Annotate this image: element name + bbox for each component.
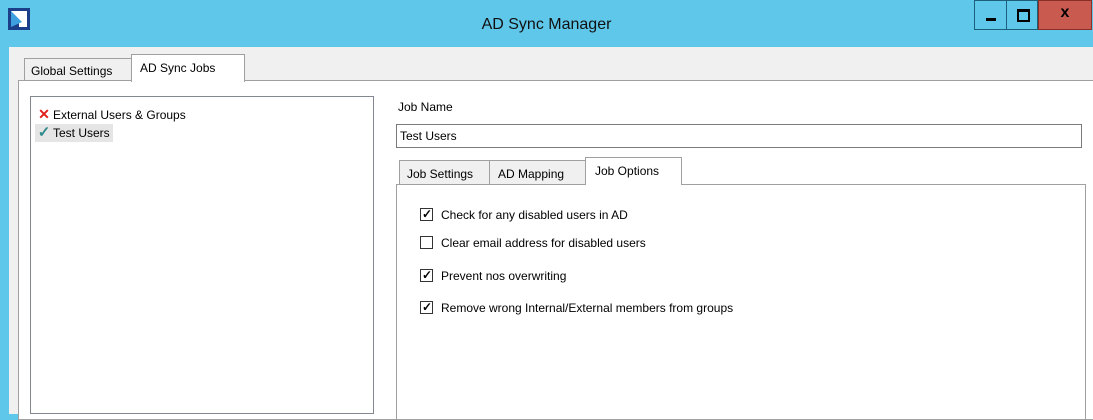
checkbox[interactable]: ✓ bbox=[420, 207, 433, 222]
maximize-icon bbox=[1017, 9, 1030, 22]
close-icon: x bbox=[1060, 4, 1070, 21]
minimize-button[interactable] bbox=[974, 0, 1007, 30]
tab-label: Global Settings bbox=[31, 64, 113, 78]
option-label: Remove wrong Internal/External members f… bbox=[441, 301, 734, 315]
option-check-disabled-users[interactable]: ✓ Check for any disabled users in AD bbox=[420, 207, 628, 223]
tab-global-settings[interactable]: Global Settings bbox=[24, 58, 132, 82]
option-label: Clear email address for disabled users bbox=[441, 236, 646, 250]
tab-label: AD Sync Jobs bbox=[140, 61, 216, 75]
title-bar[interactable]: AD Sync Manager x bbox=[0, 0, 1093, 47]
tab-ad-mapping[interactable]: AD Mapping bbox=[489, 160, 586, 185]
maximize-button[interactable] bbox=[1006, 0, 1038, 30]
tab-ad-sync-jobs[interactable]: AD Sync Jobs bbox=[131, 54, 245, 82]
option-clear-email[interactable]: Clear email address for disabled users bbox=[420, 235, 646, 251]
option-prevent-nos-overwriting[interactable]: ✓ Prevent nos overwriting bbox=[420, 268, 566, 284]
checkbox[interactable]: ✓ bbox=[420, 300, 433, 315]
option-label: Check for any disabled users in AD bbox=[441, 208, 628, 222]
minimize-icon bbox=[986, 18, 996, 21]
check-icon: ✓ bbox=[422, 207, 433, 222]
check-icon: ✓ bbox=[422, 268, 433, 283]
checkbox[interactable] bbox=[420, 236, 433, 250]
job-name-label: Job Name bbox=[398, 100, 453, 114]
tab-label: AD Mapping bbox=[498, 167, 565, 181]
check-icon: ✓ bbox=[422, 300, 433, 315]
checkmark-icon: ✓ bbox=[37, 124, 51, 141]
job-list[interactable]: ✕ External Users & Groups ✓ Test Users bbox=[30, 96, 374, 414]
checkbox[interactable]: ✓ bbox=[420, 268, 433, 283]
job-label: External Users & Groups bbox=[53, 108, 186, 122]
option-label: Prevent nos overwriting bbox=[441, 269, 567, 283]
error-icon: ✕ bbox=[38, 106, 50, 122]
tab-job-options[interactable]: Job Options bbox=[585, 157, 682, 185]
window-title: AD Sync Manager bbox=[481, 16, 612, 33]
list-item[interactable]: ✕ External Users & Groups bbox=[35, 105, 186, 123]
tab-label: Job Options bbox=[595, 164, 660, 178]
option-remove-wrong-members[interactable]: ✓ Remove wrong Internal/External members … bbox=[420, 300, 733, 316]
job-label: Test Users bbox=[53, 126, 110, 140]
job-name-field[interactable]: Test Users bbox=[396, 124, 1082, 148]
list-item[interactable]: ✓ Test Users bbox=[35, 124, 113, 142]
tab-label: Job Settings bbox=[407, 167, 474, 181]
tab-job-settings[interactable]: Job Settings bbox=[399, 160, 490, 185]
close-button[interactable]: x bbox=[1038, 0, 1092, 30]
